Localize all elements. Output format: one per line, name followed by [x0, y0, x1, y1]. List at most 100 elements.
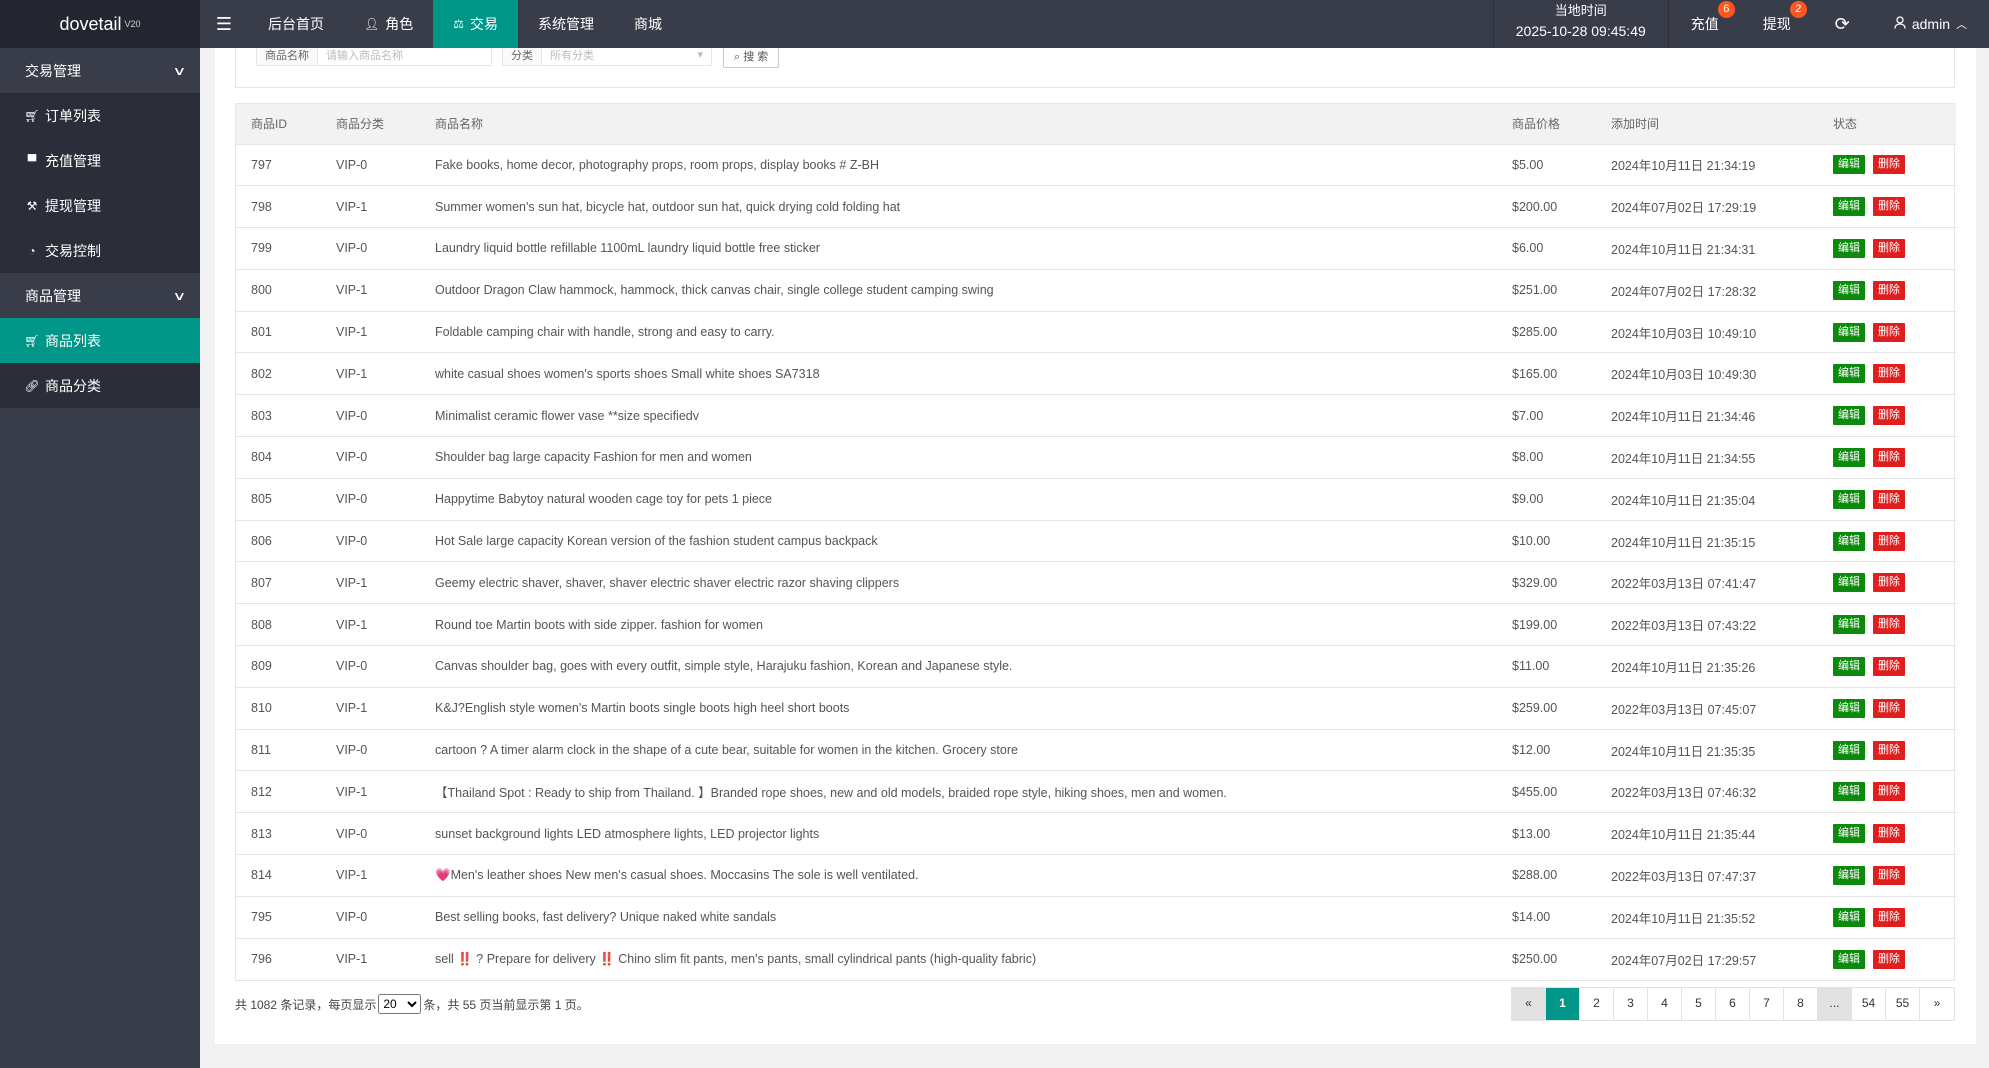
page-button[interactable]: 4	[1648, 988, 1682, 1020]
sidebar-group-products[interactable]: 商品管理 ∨	[0, 273, 200, 318]
delete-button[interactable]: 删除	[1873, 824, 1905, 844]
main-content: 商品名称 请输入商品名称 分类 所有分类 ▾ ⌕ 搜 索 商品ID 商品分类 商…	[215, 48, 1976, 1044]
delete-button[interactable]: 删除	[1873, 322, 1905, 342]
delete-button[interactable]: 删除	[1873, 197, 1905, 217]
sidebar-item-trade-control[interactable]: ◔ 交易控制	[0, 228, 200, 273]
sidebar-group-trade[interactable]: 交易管理 ∨	[0, 48, 200, 93]
topnav-item[interactable]: ⚖ 交易	[433, 0, 518, 48]
edit-button[interactable]: 编辑	[1833, 573, 1865, 593]
recharge-link[interactable]: 充值 6	[1669, 0, 1741, 48]
edit-button[interactable]: 编辑	[1833, 531, 1865, 551]
cell-name: Minimalist ceramic flower vase **size sp…	[420, 394, 1497, 438]
sidebar-item-product-category[interactable]: 🔗︎ 商品分类	[0, 363, 200, 408]
delete-button[interactable]: 删除	[1873, 280, 1905, 300]
recharge-label: 充值	[1690, 16, 1719, 32]
delete-button[interactable]: 删除	[1873, 155, 1905, 175]
search-button[interactable]: ⌕ 搜 索	[723, 48, 780, 68]
topnav-item-label: 商城	[634, 16, 662, 32]
delete-button[interactable]: 删除	[1873, 740, 1905, 760]
topnav-item[interactable]: 👤︎ 角色	[344, 0, 433, 48]
edit-button[interactable]: 编辑	[1833, 322, 1865, 342]
edit-button[interactable]: 编辑	[1833, 907, 1865, 927]
delete-button[interactable]: 删除	[1873, 238, 1905, 258]
col-header-id[interactable]: 商品ID	[236, 104, 321, 145]
delete-button[interactable]: 删除	[1873, 364, 1905, 384]
table-row: 800 VIP-1 Outdoor Dragon Claw hammock, ham…	[236, 269, 1956, 312]
category-select[interactable]: 所有分类	[542, 48, 697, 65]
next-page-button[interactable]: »	[1920, 988, 1954, 1020]
delete-button[interactable]: 删除	[1873, 782, 1905, 802]
sidebar-item-orders[interactable]: 🛒︎ 订单列表	[0, 93, 200, 138]
edit-button[interactable]: 编辑	[1833, 447, 1865, 467]
sidebar-item-withdraw[interactable]: ⚒ 提现管理	[0, 183, 200, 228]
page-button[interactable]: 54	[1852, 988, 1886, 1020]
page-button[interactable]: 55	[1886, 988, 1920, 1020]
col-header-added-time[interactable]: 添加时间	[1596, 104, 1818, 145]
col-header-status[interactable]: 状态	[1818, 104, 1956, 145]
refresh-icon[interactable]: ⟳	[1813, 0, 1872, 48]
withdraw-link[interactable]: 提现 2	[1741, 0, 1813, 48]
delete-button[interactable]: 删除	[1873, 698, 1905, 718]
edit-button[interactable]: 编辑	[1833, 238, 1865, 258]
user-icon	[1894, 16, 1906, 32]
cell-category: VIP-0	[321, 520, 420, 563]
page-button[interactable]: 6	[1716, 988, 1750, 1020]
cell-name: Hot Sale large capacity Korean version o…	[420, 520, 1497, 563]
edit-button[interactable]: 编辑	[1833, 280, 1865, 300]
edit-button[interactable]: 编辑	[1833, 698, 1865, 718]
menu-toggle-icon[interactable]: ☰	[200, 0, 248, 48]
edit-button[interactable]: 编辑	[1833, 489, 1865, 509]
edit-button[interactable]: 编辑	[1833, 656, 1865, 676]
delete-button[interactable]: 删除	[1873, 865, 1905, 885]
sidebar-item-recharge[interactable]: ▀ 充值管理	[0, 138, 200, 183]
cell-category: VIP-0	[321, 896, 420, 939]
topnav-item[interactable]: 后台首页	[248, 0, 344, 48]
page-button[interactable]: 3	[1614, 988, 1648, 1020]
cell-category: VIP-1	[321, 352, 420, 396]
delete-button[interactable]: 删除	[1873, 406, 1905, 426]
edit-button[interactable]: 编辑	[1833, 949, 1865, 969]
page-button[interactable]: 2	[1580, 988, 1614, 1020]
delete-button[interactable]: 删除	[1873, 949, 1905, 969]
prev-page-button[interactable]: «	[1512, 988, 1546, 1020]
edit-button[interactable]: 编辑	[1833, 824, 1865, 844]
delete-button[interactable]: 删除	[1873, 531, 1905, 551]
cell-status-actions: 编辑 删除	[1818, 854, 1956, 897]
col-header-name[interactable]: 商品名称	[420, 104, 1497, 145]
cell-price: $259.00	[1497, 687, 1596, 730]
table-row: 814 VIP-1 💗Men's leather shoes New men's c…	[236, 854, 1956, 897]
delete-button[interactable]: 删除	[1873, 489, 1905, 509]
edit-button[interactable]: 编辑	[1833, 197, 1865, 217]
topnav-item[interactable]: 系统管理	[518, 0, 614, 48]
table-row: 799 VIP-0 Laundry liquid bottle refillable…	[236, 227, 1956, 270]
edit-button[interactable]: 编辑	[1833, 740, 1865, 760]
edit-button[interactable]: 编辑	[1833, 406, 1865, 426]
pagination: «1 2 3 4 5 6 7 8... 54 55»	[1511, 987, 1955, 1021]
delete-button[interactable]: 删除	[1873, 615, 1905, 635]
per-page-select[interactable]: 20	[378, 994, 422, 1014]
delete-button[interactable]: 删除	[1873, 656, 1905, 676]
delete-button[interactable]: 删除	[1873, 447, 1905, 467]
cell-price: $14.00	[1497, 896, 1596, 939]
delete-button[interactable]: 删除	[1873, 907, 1905, 927]
edit-button[interactable]: 编辑	[1833, 364, 1865, 384]
product-name-input[interactable]: 请输入商品名称	[318, 48, 411, 65]
delete-button[interactable]: 删除	[1873, 573, 1905, 593]
cell-added-time: 2024年07月02日 17:29:57	[1611, 953, 1757, 968]
col-header-price[interactable]: 商品价格	[1497, 104, 1596, 145]
col-header-category[interactable]: 商品分类	[321, 104, 420, 145]
edit-button[interactable]: 编辑	[1833, 155, 1865, 175]
edit-button[interactable]: 编辑	[1833, 865, 1865, 885]
page-button[interactable]: 7	[1750, 988, 1784, 1020]
edit-button[interactable]: 编辑	[1833, 782, 1865, 802]
page-button[interactable]: 8	[1784, 988, 1818, 1020]
sidebar-item-product-list[interactable]: 🛒︎ 商品列表	[0, 318, 200, 363]
user-menu[interactable]: admin ︿	[1872, 0, 1989, 48]
topnav-item[interactable]: 商城	[614, 0, 682, 48]
brand-logo[interactable]: dovetail V20	[0, 0, 200, 48]
cell-name: white casual shoes women's sports shoes …	[420, 352, 1497, 396]
page-button[interactable]: 1	[1546, 988, 1580, 1020]
edit-button[interactable]: 编辑	[1833, 615, 1865, 635]
cell-status-actions: 编辑 删除	[1818, 812, 1956, 856]
page-button[interactable]: 5	[1682, 988, 1716, 1020]
